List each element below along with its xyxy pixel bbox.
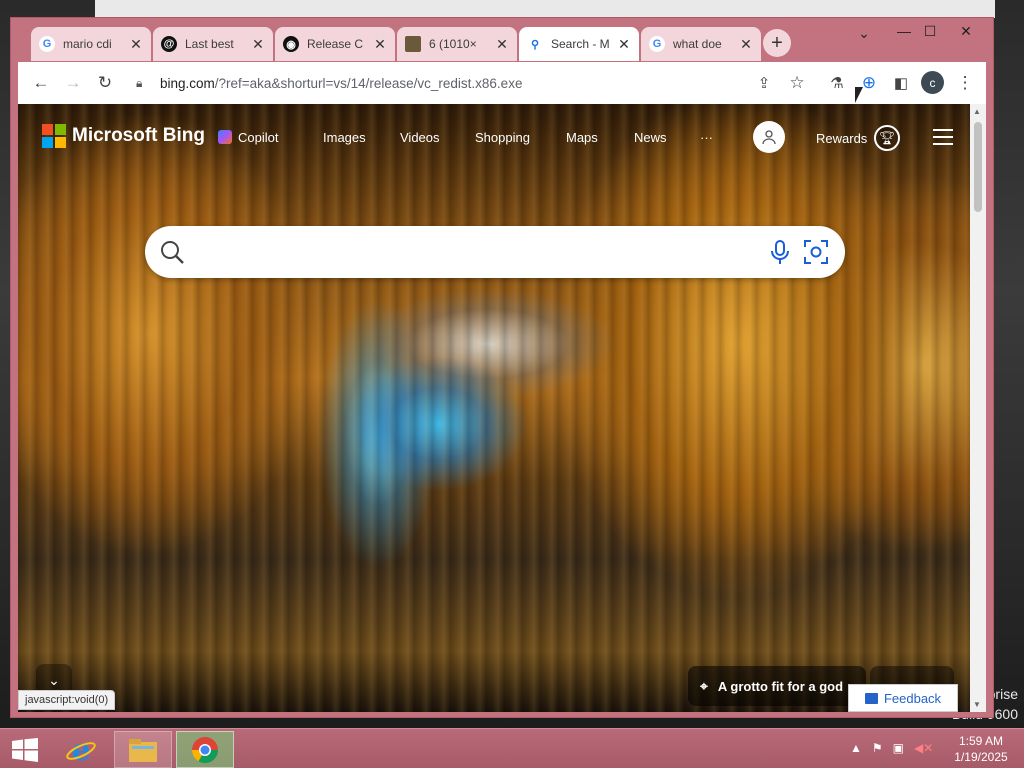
share-icon[interactable]: ⇪ — [751, 70, 777, 96]
tab-image[interactable]: 6 (1010× ✕ — [397, 27, 517, 61]
tab-label: Search - M — [551, 37, 610, 51]
bing-logo-text: Microsoft Bing — [72, 125, 205, 146]
close-tab-icon[interactable]: ✕ — [495, 36, 509, 53]
back-button[interactable]: ← — [28, 70, 54, 96]
windows-start-icon[interactable] — [12, 738, 38, 762]
system-tray: ▲ ⚑ ▣ ◀✕ — [850, 741, 943, 755]
feedback-label: Feedback — [883, 690, 942, 706]
google-favicon-icon: G — [39, 36, 55, 52]
threads-favicon-icon: @ — [161, 36, 177, 52]
tab-label: mario cdi — [63, 37, 112, 51]
nav-more[interactable]: ··· — [700, 130, 713, 145]
search-box — [145, 226, 845, 278]
scroll-down-arrow-icon[interactable]: ▼ — [973, 700, 981, 709]
close-window-button[interactable]: ✕ — [949, 20, 983, 42]
forward-button[interactable]: → — [60, 70, 86, 96]
tab-label: what doe — [673, 37, 722, 51]
network-icon[interactable]: ▣ — [893, 741, 904, 755]
reload-button[interactable]: ↻ — [92, 70, 118, 96]
feedback-button[interactable]: Feedback — [848, 684, 958, 712]
microsoft-logo-icon — [42, 124, 66, 148]
nav-images[interactable]: Images — [323, 130, 366, 145]
location-pin-icon: ⌖ — [700, 677, 708, 694]
labs-flask-icon[interactable]: ⚗ — [824, 70, 850, 96]
close-tab-icon[interactable]: ✕ — [739, 36, 753, 53]
search-icon[interactable] — [159, 239, 185, 265]
scroll-up-arrow-icon[interactable]: ▲ — [973, 107, 981, 116]
tab-mario[interactable]: G mario cdi ✕ — [31, 27, 151, 61]
bing-homepage: Microsoft Bing Copilot Images Videos Sho… — [18, 104, 970, 712]
nav-copilot-label: Copilot — [238, 130, 279, 145]
tab-what-does[interactable]: G what doe ✕ — [641, 27, 761, 61]
address-bar[interactable]: 🔒︎ bing.com /?ref=aka&shorturl=vs/14/rel… — [136, 68, 716, 98]
nav-copilot[interactable]: Copilot — [218, 130, 278, 145]
tab-label: Release C — [307, 37, 364, 51]
tray-expand-icon[interactable]: ▲ — [850, 741, 862, 755]
clock-date: 1/19/2025 — [954, 750, 1008, 764]
nav-maps[interactable]: Maps — [566, 130, 598, 145]
file-explorer-icon[interactable] — [114, 731, 172, 768]
mouse-cursor-icon — [855, 87, 863, 103]
url-path: /?ref=aka&shorturl=vs/14/release/vc_redi… — [214, 75, 523, 91]
taskbar: e ▲ ⚑ ▣ ◀✕ 1:59 AM 1/19/2025 — [0, 728, 1024, 768]
nav-videos[interactable]: Videos — [400, 130, 440, 145]
close-tab-icon[interactable]: ✕ — [373, 36, 387, 53]
bing-logo[interactable]: Microsoft Bing — [42, 124, 205, 148]
github-favicon-icon: ◉ — [283, 36, 299, 52]
browser-toolbar: ← → ↻ 🔒︎ bing.com /?ref=aka&shorturl=vs/… — [18, 62, 986, 104]
visual-search-icon[interactable] — [803, 239, 829, 265]
volume-muted-icon[interactable]: ◀✕ — [914, 741, 933, 755]
rewards-link[interactable]: Rewards — [816, 131, 867, 146]
caption-text: A grotto fit for a god — [717, 678, 844, 694]
clock-time: 1:59 AM — [958, 734, 1004, 748]
tab-search-dropdown-icon[interactable]: ⌄ — [847, 22, 881, 44]
page-scrollbar[interactable]: ▲ ▼ — [970, 104, 986, 712]
scrollbar-thumb[interactable] — [974, 122, 982, 212]
tab-search-active[interactable]: ⚲ Search - M ✕ — [519, 27, 639, 61]
tab-strip: G mario cdi ✕ @ Last best ✕ ◉ Release C … — [11, 18, 993, 62]
tab-label: 6 (1010× — [429, 37, 477, 51]
search-favicon-icon: ⚲ — [530, 38, 540, 51]
microphone-icon[interactable] — [769, 239, 791, 265]
tab-label: Last best — [185, 37, 234, 51]
tab-last-best[interactable]: @ Last best ✕ — [153, 27, 273, 61]
feedback-icon — [864, 692, 878, 704]
new-tab-button[interactable]: + — [763, 29, 791, 57]
nav-shopping[interactable]: Shopping — [475, 130, 530, 145]
close-tab-icon[interactable]: ✕ — [617, 36, 631, 53]
search-input[interactable] — [197, 236, 757, 268]
maximize-button[interactable]: ☐ — [913, 20, 947, 42]
url-host: bing.com — [160, 75, 215, 91]
status-bar-url: javascript:void(0) — [18, 690, 116, 710]
rewards-trophy-icon[interactable]: 🏆︎ — [874, 125, 900, 151]
internet-explorer-icon[interactable]: e — [52, 731, 110, 768]
image-caption[interactable]: ⌖ A grotto fit for a god — [688, 666, 866, 706]
browser-window: G mario cdi ✕ @ Last best ✕ ◉ Release C … — [10, 17, 994, 718]
side-panel-icon[interactable]: ◧ — [888, 70, 914, 96]
image-favicon-icon — [405, 36, 421, 52]
menu-kebab-icon[interactable]: ⋮ — [952, 70, 978, 96]
taskbar-clock[interactable]: 1:59 AM 1/19/2025 — [944, 733, 1018, 765]
nav-news[interactable]: News — [634, 130, 667, 145]
action-center-flag-icon[interactable]: ⚑ — [872, 741, 883, 755]
desktop-window-behind — [95, 0, 995, 18]
tab-release[interactable]: ◉ Release C ✕ — [275, 27, 395, 61]
close-tab-icon[interactable]: ✕ — [251, 36, 265, 53]
hamburger-menu-icon[interactable] — [933, 129, 953, 150]
close-tab-icon[interactable]: ✕ — [129, 36, 143, 53]
user-account-icon[interactable] — [753, 121, 785, 153]
bookmark-star-icon[interactable]: ☆ — [784, 70, 810, 96]
chrome-taskbar-icon[interactable] — [176, 731, 234, 768]
profile-avatar[interactable]: c — [921, 71, 944, 94]
copilot-icon — [218, 130, 232, 144]
google-favicon-icon: G — [649, 36, 665, 52]
lock-icon[interactable]: 🔒︎ — [136, 76, 148, 91]
